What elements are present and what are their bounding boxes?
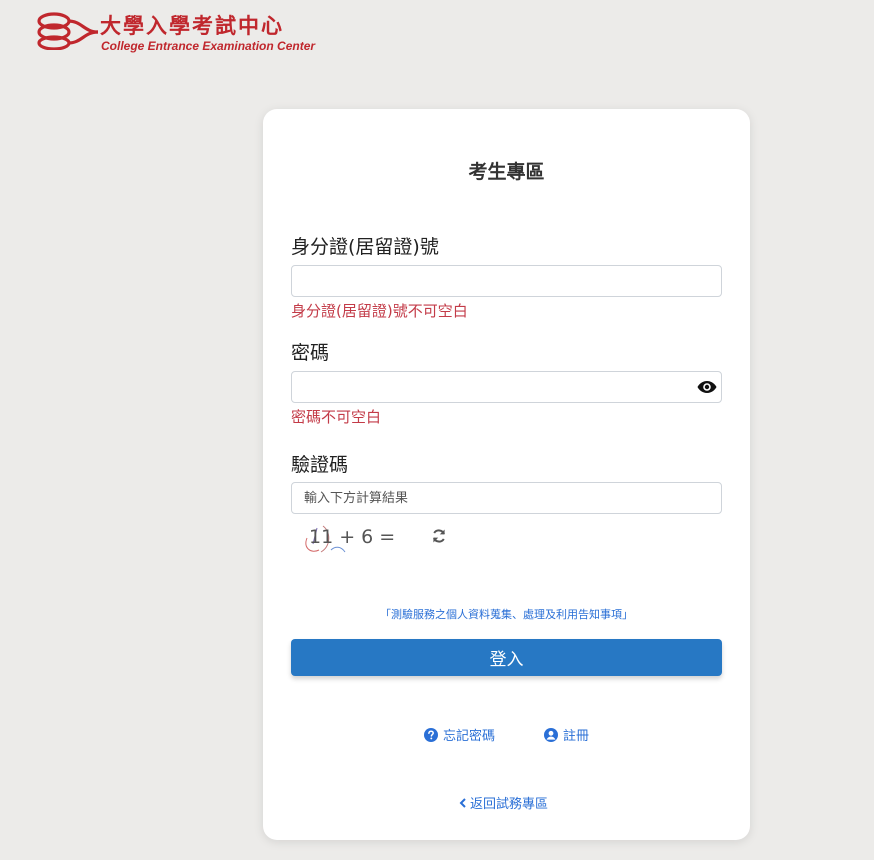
logo-name-zh: 大學入學考試中心 — [100, 13, 284, 38]
login-button[interactable]: 登入 — [291, 639, 722, 676]
user-circle-icon — [544, 727, 558, 742]
question-circle-icon — [424, 727, 438, 742]
id-input[interactable] — [292, 266, 721, 296]
refresh-icon[interactable] — [431, 528, 447, 544]
page-title: 考生專區 — [468, 161, 545, 183]
login-card: 考生專區 身分證(居留證)號 身分證(居留證)號不可空白 密碼 密碼不可空白 驗… — [263, 109, 750, 840]
password-field[interactable] — [291, 371, 722, 403]
back-link[interactable]: 返回試務專區 — [459, 793, 548, 812]
password-error: 密碼不可空白 — [291, 408, 382, 426]
password-label: 密碼 — [291, 342, 330, 364]
chevron-left-icon — [459, 797, 466, 808]
logo-mark-icon — [37, 12, 98, 50]
captcha-image: 11 + 6 = — [301, 522, 401, 554]
id-error: 身分證(居留證)號不可空白 — [291, 302, 468, 320]
captcha-field[interactable] — [291, 482, 722, 514]
eye-icon[interactable] — [697, 379, 717, 395]
forgot-password-link[interactable]: 忘記密碼 — [424, 725, 495, 744]
id-field[interactable] — [291, 265, 722, 297]
captcha-label: 驗證碼 — [291, 454, 349, 476]
captcha-challenge: 11 + 6 = — [309, 526, 396, 548]
back-label: 返回試務專區 — [470, 797, 549, 812]
forgot-password-label: 忘記密碼 — [443, 729, 496, 744]
register-label: 註冊 — [563, 729, 590, 744]
id-label: 身分證(居留證)號 — [291, 236, 439, 258]
password-input[interactable] — [292, 372, 721, 402]
privacy-notice-link[interactable]: 「測驗服務之個人資料蒐集、處理及利用告知事項」 — [263, 606, 750, 622]
captcha-input[interactable] — [292, 483, 721, 513]
logo-name-en: College Entrance Examination Center — [101, 39, 316, 53]
cec-logo: 大學入學考試中心 College Entrance Examination Ce… — [34, 10, 315, 56]
register-link[interactable]: 註冊 — [544, 725, 589, 744]
